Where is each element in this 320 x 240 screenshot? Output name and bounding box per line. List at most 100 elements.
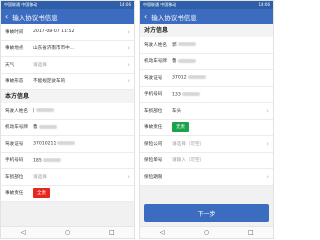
redacted-blur bbox=[38, 124, 57, 129]
accident-type-row[interactable]: 事故形态 不能规定驶车的 › bbox=[1, 73, 134, 90]
policy-number-row[interactable]: 保险单号 请输入（可空） bbox=[140, 152, 273, 169]
accident-location-row[interactable]: 事故地点 山东省济南市市中... › bbox=[1, 40, 134, 57]
chevron-right-icon: › bbox=[127, 27, 130, 36]
plate-row[interactable]: 机动车号牌 鲁 bbox=[140, 53, 273, 70]
damage-part-row[interactable]: 车损部位 请选择 › bbox=[1, 169, 134, 186]
page-title: 输入协议书信息 bbox=[12, 13, 58, 22]
field-label: 保险单号 bbox=[144, 158, 163, 164]
form-content: 事故时间 2017-08-07 11:52 › 事故地点 山东省济南市市中...… bbox=[1, 24, 134, 202]
carrier-text: 中国联通 中国移动 bbox=[4, 2, 38, 7]
clock-text: 14:06 bbox=[119, 2, 131, 7]
field-label: 事故责任 bbox=[144, 125, 163, 131]
insurer-row[interactable]: 保险公司 请选择（可空） › bbox=[140, 136, 273, 153]
driver-name-row[interactable]: 驾驶人姓名 郭 bbox=[140, 37, 273, 54]
redacted-blur bbox=[187, 75, 206, 79]
responsibility-chip[interactable]: 全责 bbox=[33, 188, 50, 199]
chevron-right-icon: › bbox=[266, 172, 269, 181]
field-label: 事故形态 bbox=[5, 79, 24, 85]
recent-square-icon[interactable]: □ bbox=[105, 228, 119, 238]
license-value: 37010211 bbox=[33, 141, 57, 147]
home-circle-icon[interactable]: ○ bbox=[199, 228, 213, 238]
chevron-right-icon: › bbox=[127, 44, 130, 53]
phone-row[interactable]: 手机号码 185 bbox=[1, 152, 134, 169]
policy-term-row[interactable]: 保险期限 › bbox=[140, 169, 273, 186]
field-value: 185 bbox=[33, 157, 130, 163]
plate-value: 鲁 bbox=[172, 59, 177, 65]
field-label: 保险期限 bbox=[144, 174, 163, 180]
field-placeholder: 请输入（可空） bbox=[172, 158, 205, 164]
plate-row[interactable]: 机动车号牌 鲁 bbox=[1, 119, 134, 136]
driver-name-row[interactable]: 驾驶人姓名 | bbox=[1, 103, 134, 120]
chevron-right-icon: › bbox=[266, 106, 269, 115]
accident-time-row[interactable]: 事故时间 2017-08-07 11:52 › bbox=[1, 24, 134, 41]
redacted-blur bbox=[177, 58, 196, 63]
license-row[interactable]: 驾驶证号 37010211 bbox=[1, 136, 134, 153]
field-label: 驾驶人姓名 bbox=[144, 42, 167, 48]
back-triangle-icon[interactable]: ◁ bbox=[16, 228, 30, 238]
field-label: 事故责任 bbox=[5, 191, 24, 197]
field-value: 郭 bbox=[172, 42, 269, 48]
redacted-blur bbox=[57, 141, 76, 145]
responsibility-row[interactable]: 事故责任 无责 bbox=[140, 119, 273, 136]
form-content: 对方信息 驾驶人姓名 郭 机动车号牌 鲁 驾驶证号 37012 手机号码 133… bbox=[140, 24, 273, 186]
home-circle-icon[interactable]: ○ bbox=[60, 228, 74, 238]
damage-part-row[interactable]: 车损部位 车头 › bbox=[140, 103, 273, 120]
left-screen: 中国联通 中国移动 14:06 ‹ 输入协议书信息 事故时间 2017-08-0… bbox=[0, 0, 135, 239]
field-value: 山东省济南市市中... bbox=[33, 46, 75, 52]
phone-value: 133 bbox=[172, 92, 181, 97]
chevron-right-icon: › bbox=[127, 172, 130, 181]
field-label: 驾驶证号 bbox=[5, 141, 24, 147]
plate-value: 鲁 bbox=[33, 125, 38, 131]
recent-square-icon[interactable]: □ bbox=[244, 228, 258, 238]
field-label: 手机号码 bbox=[144, 92, 163, 98]
field-label: 事故时间 bbox=[5, 29, 24, 35]
section-header-other-party: 对方信息 bbox=[140, 24, 273, 37]
field-label: 事故地点 bbox=[5, 46, 24, 52]
clock-text: 14:06 bbox=[258, 2, 270, 7]
back-arrow-icon[interactable]: ‹ bbox=[5, 9, 8, 24]
field-placeholder: 请选择 bbox=[33, 174, 47, 180]
chevron-right-icon: › bbox=[127, 77, 130, 86]
field-value: 鲁 bbox=[172, 58, 269, 64]
app-bar: ‹ 输入协议书信息 bbox=[1, 9, 134, 24]
phone-value: 185 bbox=[33, 158, 42, 163]
redacted-blur bbox=[42, 157, 61, 162]
field-label: 保险公司 bbox=[144, 141, 163, 147]
back-arrow-icon[interactable]: ‹ bbox=[144, 9, 147, 24]
redacted-blur bbox=[35, 108, 54, 112]
responsibility-row[interactable]: 事故责任 全责 bbox=[1, 185, 134, 202]
responsibility-chip[interactable]: 无责 bbox=[172, 122, 189, 133]
field-value: | bbox=[33, 108, 130, 114]
field-value: 37012 bbox=[172, 75, 269, 81]
carrier-text: 中国联通 中国移动 bbox=[143, 2, 177, 7]
system-nav-bar: ◁ ○ □ bbox=[140, 226, 273, 238]
field-label: 车损部位 bbox=[5, 174, 24, 180]
driver-name-value: 郭 bbox=[172, 42, 177, 48]
field-label: 天气 bbox=[5, 62, 15, 68]
field-placeholder: 请选择 bbox=[33, 62, 47, 68]
field-label: 驾驶证号 bbox=[144, 75, 163, 81]
back-triangle-icon[interactable]: ◁ bbox=[155, 228, 169, 238]
license-value: 37012 bbox=[172, 75, 187, 81]
chevron-right-icon: › bbox=[127, 60, 130, 69]
field-label: 手机号码 bbox=[5, 158, 24, 164]
status-bar: 中国联通 中国移动 14:06 bbox=[140, 1, 273, 9]
license-row[interactable]: 驾驶证号 37012 bbox=[140, 70, 273, 87]
phone-row[interactable]: 手机号码 133 bbox=[140, 86, 273, 103]
weather-row[interactable]: 天气 请选择 › bbox=[1, 57, 134, 74]
chevron-right-icon: › bbox=[266, 139, 269, 148]
field-value: 无责 bbox=[172, 122, 269, 133]
right-screen: 中国联通 中国移动 14:06 ‹ 输入协议书信息 对方信息 驾驶人姓名 郭 机… bbox=[139, 0, 274, 239]
driver-name-value: | bbox=[33, 108, 35, 114]
field-label: 车损部位 bbox=[144, 108, 163, 114]
field-value: 车头 bbox=[172, 108, 182, 114]
next-step-button[interactable]: 下一步 bbox=[144, 204, 269, 222]
redacted-blur bbox=[181, 91, 200, 96]
field-value: 全责 bbox=[33, 188, 130, 199]
section-header-own-party: 本方信息 bbox=[1, 90, 134, 103]
field-label: 驾驶人姓名 bbox=[5, 108, 28, 114]
field-label: 机动车号牌 bbox=[144, 59, 167, 65]
status-bar: 中国联通 中国移动 14:06 bbox=[1, 1, 134, 9]
page-title: 输入协议书信息 bbox=[151, 13, 197, 22]
field-value: 2017-08-07 11:52 bbox=[33, 29, 75, 35]
